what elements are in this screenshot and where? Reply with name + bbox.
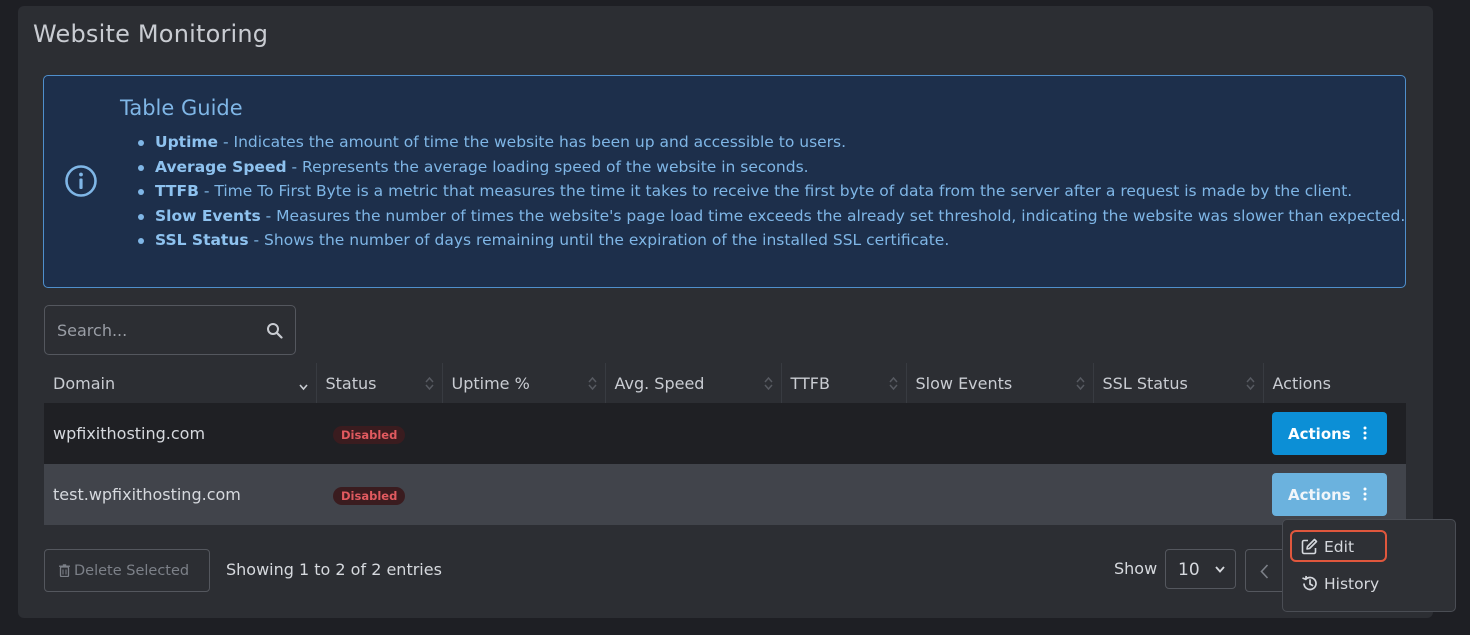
actions-button[interactable]: Actions — [1272, 473, 1387, 516]
actions-button-label: Actions — [1288, 485, 1351, 504]
delete-selected-label: Delete Selected — [74, 562, 190, 579]
cell-ssl-status — [1093, 464, 1263, 525]
cell-actions: Actions — [1263, 403, 1406, 464]
table-guide-panel: Table Guide Uptime - Indicates the amoun… — [43, 75, 1406, 288]
show-label: Show — [1114, 559, 1158, 578]
cell-status: Disabled — [316, 403, 442, 464]
cell-uptime — [442, 464, 605, 525]
menu-item-history-label: History — [1324, 575, 1380, 593]
chevron-down-icon — [1215, 566, 1225, 573]
actions-button-label: Actions — [1288, 424, 1351, 443]
cell-ssl-status — [1093, 403, 1263, 464]
info-icon — [65, 165, 97, 197]
chevron-left-icon — [1260, 564, 1269, 579]
edit-highlight-outline — [1290, 530, 1387, 562]
actions-button[interactable]: Actions — [1272, 412, 1387, 455]
guide-item-ttfb: TTFB - Time To First Byte is a metric th… — [138, 179, 1405, 204]
status-badge: Disabled — [333, 486, 406, 505]
sort-icon — [587, 376, 597, 391]
cell-ttfb — [781, 464, 906, 525]
cell-avg-speed — [605, 464, 781, 525]
table-row[interactable]: wpfixithosting.com Disabled Actions — [44, 403, 1406, 464]
column-header-uptime[interactable]: Uptime % — [442, 363, 606, 403]
page-title: Website Monitoring — [33, 20, 269, 48]
guide-title: Table Guide — [120, 96, 243, 120]
sort-icon — [1245, 376, 1255, 391]
cell-ttfb — [781, 403, 906, 464]
guide-item-uptime: Uptime - Indicates the amount of time th… — [138, 130, 1405, 155]
sort-icon — [1075, 376, 1085, 391]
column-header-actions: Actions — [1272, 373, 1331, 393]
guide-item-average-speed: Average Speed - Represents the average l… — [138, 155, 1405, 180]
table-header-row: Domain Status Uptime % Avg. Speed TTFB S… — [44, 363, 1406, 403]
cell-status: Disabled — [316, 464, 442, 525]
sort-icon — [763, 376, 773, 391]
cell-slow-events — [906, 464, 1093, 525]
cell-slow-events — [906, 403, 1093, 464]
monitoring-table: Domain Status Uptime % Avg. Speed TTFB S… — [44, 363, 1406, 525]
column-header-ttfb[interactable]: TTFB — [781, 363, 907, 403]
status-badge: Disabled — [333, 425, 406, 444]
entries-info: Showing 1 to 2 of 2 entries — [226, 560, 442, 579]
page-size-select[interactable]: 10 — [1165, 549, 1236, 589]
sort-desc-icon — [298, 384, 308, 391]
trash-icon — [59, 563, 70, 577]
kebab-icon — [1363, 426, 1367, 440]
history-icon — [1302, 575, 1317, 591]
guide-item-ssl-status: SSL Status - Shows the number of days re… — [138, 228, 1405, 253]
menu-item-history[interactable]: History — [1301, 575, 1379, 593]
delete-selected-button[interactable]: Delete Selected — [44, 549, 210, 592]
cell-avg-speed — [605, 403, 781, 464]
column-header-slow-events[interactable]: Slow Events — [906, 363, 1094, 403]
kebab-icon — [1363, 487, 1367, 501]
search-icon[interactable] — [266, 322, 283, 339]
search-input[interactable] — [57, 316, 257, 344]
column-header-status[interactable]: Status — [316, 363, 443, 403]
search-box — [44, 305, 296, 355]
page-size-value: 10 — [1178, 560, 1200, 580]
sort-icon — [424, 376, 434, 391]
column-header-domain[interactable]: Domain — [44, 363, 317, 403]
sort-icon — [888, 376, 898, 391]
cell-actions: Actions — [1263, 464, 1406, 525]
guide-list: Uptime - Indicates the amount of time th… — [138, 130, 1405, 253]
column-header-ssl-status[interactable]: SSL Status — [1093, 363, 1264, 403]
website-monitoring-card: Website Monitoring Table Guide Uptime - … — [18, 6, 1433, 618]
cell-uptime — [442, 403, 605, 464]
column-header-avg-speed[interactable]: Avg. Speed — [605, 363, 782, 403]
table-row[interactable]: test.wpfixithosting.com Disabled Actions — [44, 464, 1406, 525]
guide-item-slow-events: Slow Events - Measures the number of tim… — [138, 204, 1405, 229]
cell-domain: wpfixithosting.com — [44, 403, 316, 464]
cell-domain: test.wpfixithosting.com — [44, 464, 316, 525]
